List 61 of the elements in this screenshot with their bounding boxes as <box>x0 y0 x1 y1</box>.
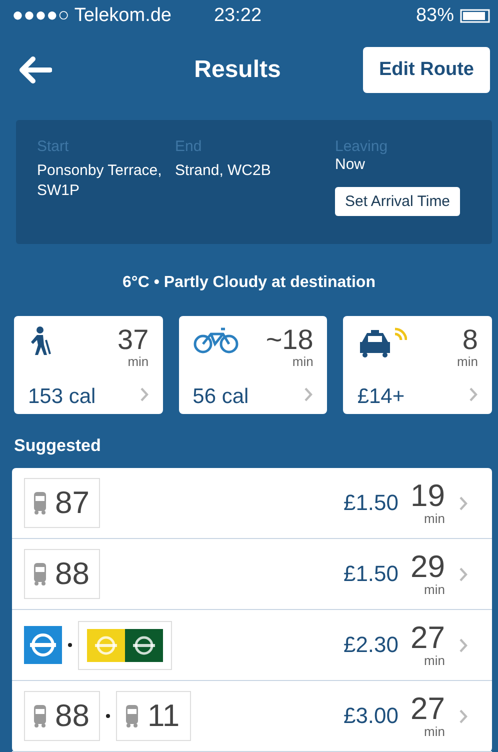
duration-unit: min <box>291 354 314 369</box>
duration-value: 29 <box>410 552 445 582</box>
clock-time: 23:22 <box>214 5 263 27</box>
mode-detail: 153 cal <box>28 384 97 409</box>
mode-detail: £14+ <box>357 384 406 409</box>
bus-number: 88 <box>55 698 90 734</box>
duration-unit: min <box>424 510 445 526</box>
duration-value: 19 <box>410 480 445 510</box>
route-row[interactable]: £2.30 27 min <box>12 610 492 681</box>
start-location: Ponsonby Terrace, SW1P <box>37 161 163 201</box>
route-row[interactable]: 88 11 £3.00 27 min <box>12 681 492 752</box>
chevron-icon <box>140 386 149 402</box>
chevron-icon <box>459 638 468 652</box>
travel-mode-card[interactable]: ~18 min 56 cal <box>178 316 328 414</box>
section-heading: Suggested <box>13 435 102 457</box>
chevron-icon <box>459 496 468 510</box>
duration-value: 8 <box>461 326 478 354</box>
travel-mode-card[interactable]: 37 min 153 cal <box>14 316 163 414</box>
route-price: £1.50 <box>343 490 399 516</box>
route-row[interactable]: 88 £1.50 29 min <box>12 539 492 610</box>
duration-unit: min <box>424 652 445 668</box>
carrier-name: ●●●●○ Telekom.de <box>12 5 172 27</box>
bus-icon <box>33 704 47 728</box>
route-row[interactable]: 87 £1.50 19 min <box>12 468 492 539</box>
duration-value: ~18 <box>266 326 314 354</box>
duration-unit: min <box>424 582 445 596</box>
set-arrival-time-button[interactable]: Set Arrival Time <box>335 187 460 216</box>
separator-dot <box>68 643 72 647</box>
chevron-icon <box>459 566 468 582</box>
chevron-icon <box>459 708 468 724</box>
duration-value: 27 <box>410 622 445 652</box>
duration-unit: min <box>457 354 478 369</box>
bus-icon <box>33 562 47 586</box>
bus-icon <box>125 704 140 728</box>
bicycle-icon <box>192 326 239 354</box>
route-price: £2.30 <box>343 632 399 658</box>
chevron-icon <box>304 386 314 402</box>
walking-person-icon <box>28 326 54 356</box>
battery-percent: 83% <box>416 5 454 27</box>
route-price: £3.00 <box>343 703 399 729</box>
bus-number: 87 <box>55 485 90 521</box>
mode-detail: 56 cal <box>192 384 250 409</box>
route-price: £1.50 <box>343 561 399 587</box>
separator-dot <box>106 714 110 718</box>
chevron-icon <box>469 386 478 402</box>
duration-value: 27 <box>410 694 445 724</box>
leaving-time: Now <box>335 155 366 175</box>
end-location: Strand, WC2B <box>175 161 272 181</box>
bus-icon <box>33 491 47 515</box>
battery-icon <box>460 9 490 23</box>
bus-number: 11 <box>147 698 180 734</box>
travel-mode-card[interactable]: 8 min £14+ <box>343 316 492 414</box>
edit-route-button[interactable]: Edit Route <box>363 47 490 93</box>
back-arrow-icon[interactable] <box>18 56 52 84</box>
duration-value: 37 <box>118 326 149 354</box>
weather-text: 6°C • Partly Cloudy at destination <box>122 274 376 292</box>
bus-number: 88 <box>55 556 90 592</box>
duration-unit: min <box>424 724 445 738</box>
taxi-icon <box>357 326 408 358</box>
duration-unit: min <box>126 354 149 369</box>
page-title: Results <box>193 56 282 84</box>
